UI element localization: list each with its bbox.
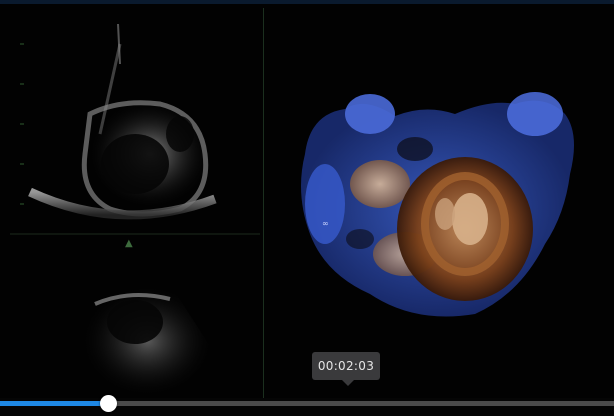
video-frame[interactable]: ▲ ∞ 00:02:03 xyxy=(0,0,614,398)
ultrasound-3d-rendering-icon: ∞ xyxy=(301,92,574,317)
pane-divider xyxy=(263,8,264,398)
seek-time-tooltip: 00:02:03 xyxy=(312,352,380,386)
ultrasound-2d-pane: ▲ xyxy=(0,4,264,398)
svg-text:∞: ∞ xyxy=(322,219,329,228)
ultrasound-2d-image-icon: ▲ xyxy=(10,23,260,398)
seekbar-handle[interactable] xyxy=(100,395,117,412)
svg-text:▲: ▲ xyxy=(125,238,133,249)
ultrasound-3d-pane: ∞ xyxy=(265,4,614,398)
seekbar-progress xyxy=(0,401,108,406)
